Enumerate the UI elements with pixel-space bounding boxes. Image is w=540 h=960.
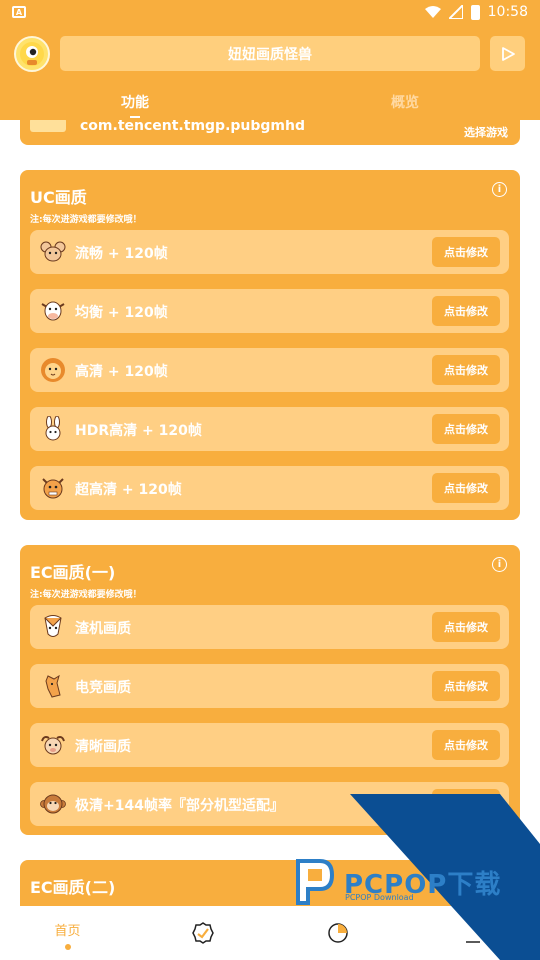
modify-button[interactable]: 点击修改 bbox=[432, 237, 500, 267]
quality-row[interactable]: 电竞画质 点击修改 bbox=[30, 664, 509, 708]
badge-check-icon bbox=[191, 922, 214, 944]
modify-button[interactable]: 点击修改 bbox=[432, 414, 500, 444]
section-title: EC画质(一) bbox=[30, 563, 116, 582]
mascot-icon bbox=[20, 42, 44, 66]
game-logo bbox=[30, 120, 66, 132]
play-button[interactable] bbox=[490, 36, 525, 71]
section-ec-quality-1: EC画质(一) 注:每次进游戏都要修改哦！ i 渣机画质 点击修改 电竞画质 点… bbox=[20, 545, 520, 835]
nav-home-label: 首页 bbox=[54, 924, 81, 939]
app-avatar[interactable] bbox=[14, 36, 50, 72]
watermark-logo-icon bbox=[296, 859, 335, 905]
tab-indicator bbox=[130, 116, 140, 118]
clock: 10:58 bbox=[487, 4, 528, 20]
quality-row[interactable]: 超高清 + 120帧 点击修改 bbox=[30, 466, 509, 510]
lion-icon bbox=[41, 358, 65, 382]
quality-row[interactable]: HDR高清 + 120帧 点击修改 bbox=[30, 407, 509, 451]
row-label: 电竞画质 bbox=[75, 680, 131, 696]
info-icon[interactable]: i bbox=[492, 557, 507, 572]
nav-home[interactable]: 首页 bbox=[0, 906, 135, 960]
quality-row[interactable]: 均衡 + 120帧 点击修改 bbox=[30, 289, 509, 333]
quality-row[interactable]: 高清 + 120帧 点击修改 bbox=[30, 348, 509, 392]
select-game-button[interactable]: 选择游戏 bbox=[464, 124, 508, 140]
wifi-icon bbox=[424, 6, 441, 18]
info-icon[interactable]: i bbox=[492, 182, 507, 197]
goat-icon bbox=[41, 736, 65, 755]
section-uc-quality: UC画质 注:每次进游戏都要修改哦！ i 流畅 + 120帧 点击修改 均衡 +… bbox=[20, 170, 520, 520]
notification-icon: A bbox=[12, 6, 26, 18]
quality-row[interactable]: 流畅 + 120帧 点击修改 bbox=[30, 230, 509, 274]
main-content[interactable]: com.tencent.tmgp.pubgmhd 选择游戏 UC画质 注:每次进… bbox=[0, 120, 540, 906]
cellular-icon bbox=[448, 5, 463, 19]
modify-button[interactable]: 点击修改 bbox=[432, 671, 500, 701]
section-note: 注:每次进游戏都要修改哦！ bbox=[30, 590, 142, 600]
modify-button[interactable]: 点击修改 bbox=[432, 355, 500, 385]
game-select-card: com.tencent.tmgp.pubgmhd 选择游戏 bbox=[20, 120, 520, 145]
monkey-icon bbox=[40, 794, 66, 814]
game-package: com.tencent.tmgp.pubgmhd bbox=[80, 120, 305, 134]
section-title: UC画质 bbox=[30, 188, 87, 207]
tab-overview[interactable]: 概览 bbox=[270, 86, 540, 120]
row-label: 渣机画质 bbox=[75, 621, 131, 637]
nav-tools[interactable] bbox=[135, 906, 270, 960]
horse-icon bbox=[45, 674, 61, 698]
app-header: 妞妞画质怪兽 功能 概览 bbox=[0, 24, 540, 120]
row-label: 高清 + 120帧 bbox=[75, 364, 168, 380]
app-title-bar[interactable]: 妞妞画质怪兽 bbox=[60, 36, 480, 71]
battery-icon bbox=[470, 4, 480, 20]
section-note: 注:每次进游戏都要修改哦！ bbox=[30, 215, 142, 225]
modify-button[interactable]: 点击修改 bbox=[432, 730, 500, 760]
play-icon bbox=[501, 46, 515, 61]
rabbit-icon bbox=[45, 416, 61, 441]
pie-chart-icon bbox=[327, 923, 348, 943]
row-label: 极清+144帧率『部分机型适配』 bbox=[75, 798, 284, 814]
dragon-icon bbox=[42, 478, 64, 499]
snake-icon bbox=[44, 615, 62, 637]
nav-active-dot bbox=[64, 944, 71, 950]
row-label: 均衡 + 120帧 bbox=[75, 305, 168, 321]
row-label: 流畅 + 120帧 bbox=[75, 246, 168, 262]
cow-icon bbox=[41, 301, 65, 321]
tab-features[interactable]: 功能 bbox=[0, 86, 270, 120]
tab-features-label: 功能 bbox=[121, 95, 149, 111]
modify-button[interactable]: 点击修改 bbox=[432, 612, 500, 642]
watermark-subtitle: PCPOP Download bbox=[345, 893, 414, 902]
quality-row[interactable]: 清晰画质 点击修改 bbox=[30, 723, 509, 767]
quality-row[interactable]: 渣机画质 点击修改 bbox=[30, 605, 509, 649]
modify-button[interactable]: 点击修改 bbox=[432, 296, 500, 326]
tab-overview-label: 概览 bbox=[391, 95, 419, 111]
top-tabs: 功能 概览 bbox=[0, 86, 540, 120]
row-label: 清晰画质 bbox=[75, 739, 131, 755]
status-bar: A 10:58 bbox=[0, 0, 540, 24]
row-label: 超高清 + 120帧 bbox=[75, 482, 182, 498]
mouse-icon bbox=[40, 241, 66, 262]
section-title: EC画质(二) bbox=[30, 878, 116, 897]
row-label: HDR高清 + 120帧 bbox=[75, 423, 202, 439]
modify-button[interactable]: 点击修改 bbox=[432, 473, 500, 503]
